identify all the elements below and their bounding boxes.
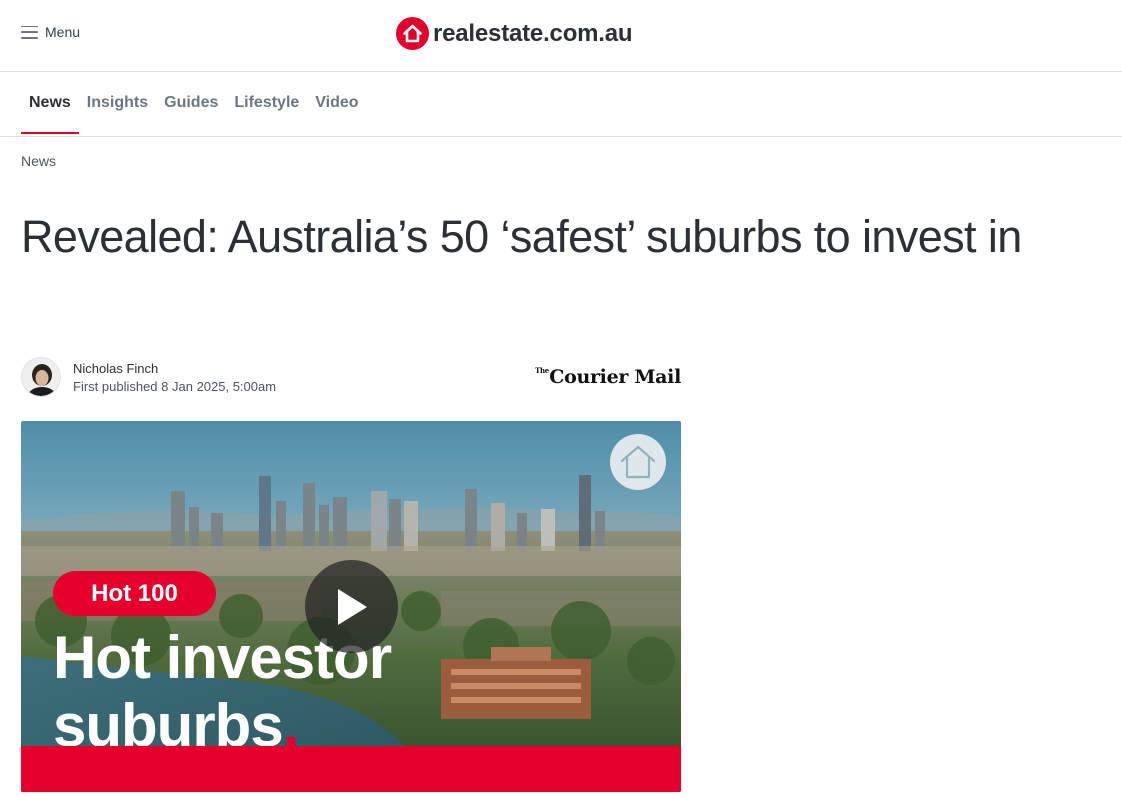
avatar[interactable] bbox=[21, 357, 61, 397]
tab-video[interactable]: Video bbox=[307, 72, 366, 134]
author-name[interactable]: Nicholas Finch bbox=[73, 361, 158, 376]
menu-label: Menu bbox=[45, 24, 81, 40]
tab-news[interactable]: News bbox=[21, 72, 79, 134]
brand-logo[interactable]: realestate.com.au bbox=[396, 17, 633, 50]
article-headline: Revealed: Australia’s 50 ‘safest’ suburb… bbox=[21, 211, 1022, 262]
tab-list: News Insights Guides Lifestyle Video bbox=[21, 72, 367, 136]
author-photo bbox=[22, 358, 60, 396]
hamburger-icon bbox=[21, 25, 38, 39]
house-logo-icon bbox=[396, 17, 429, 50]
tab-lifestyle[interactable]: Lifestyle bbox=[226, 72, 307, 134]
video-footer-bar bbox=[21, 746, 681, 792]
publisher-logo-small: The bbox=[535, 366, 549, 375]
publisher-logo-name: Courier Mail bbox=[549, 366, 681, 388]
play-icon bbox=[337, 588, 367, 625]
menu-button[interactable]: Menu bbox=[21, 24, 80, 40]
section-nav: News Insights Guides Lifestyle Video bbox=[0, 72, 1122, 137]
video-home-badge bbox=[610, 434, 666, 490]
video-tag: Hot 100 bbox=[53, 571, 216, 616]
tab-insights[interactable]: Insights bbox=[79, 72, 156, 134]
tab-guides[interactable]: Guides bbox=[156, 72, 226, 134]
house-outline-icon bbox=[620, 445, 656, 479]
site-header: Menu realestate.com.au bbox=[0, 0, 1122, 72]
publish-date: First published 8 Jan 2025, 5:00am bbox=[73, 379, 277, 394]
byline: Nicholas Finch First published 8 Jan 202… bbox=[21, 357, 681, 397]
video-player[interactable]: Hot 100 Hot investor suburbs. bbox=[21, 421, 681, 792]
publisher-logo: The Courier Mail bbox=[535, 366, 681, 388]
brand-name: realestate.com.au bbox=[433, 19, 633, 47]
play-button[interactable] bbox=[305, 560, 398, 653]
breadcrumb[interactable]: News bbox=[21, 153, 56, 169]
